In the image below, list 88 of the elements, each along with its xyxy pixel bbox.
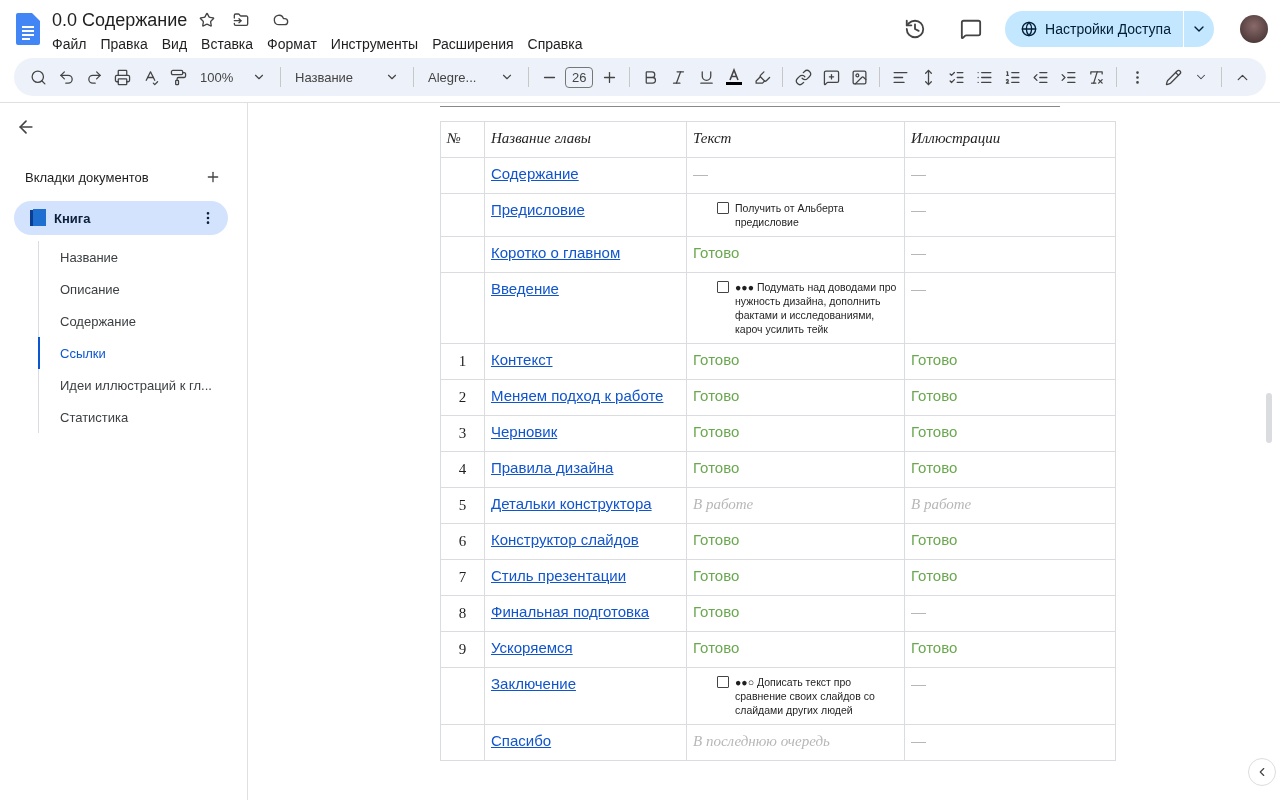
row-number: 1 bbox=[457, 352, 468, 370]
column-header: № bbox=[447, 130, 462, 146]
chapter-link[interactable]: Введение bbox=[491, 280, 559, 297]
outline-item[interactable]: Описание bbox=[38, 273, 247, 305]
outline-item[interactable]: Ссылки bbox=[38, 337, 247, 369]
status-text: Готово bbox=[693, 603, 740, 620]
status-text: Готово bbox=[693, 244, 740, 261]
chapter-link[interactable]: Черновик bbox=[491, 423, 558, 440]
status-text: Готово bbox=[911, 351, 958, 368]
menu-item[interactable]: Формат bbox=[267, 36, 317, 52]
chapter-link[interactable]: Конструктор слайдов bbox=[491, 531, 639, 548]
scrollbar-thumb[interactable] bbox=[1266, 393, 1272, 443]
chapter-link[interactable]: Предисловие bbox=[491, 201, 585, 218]
status-text: Готово bbox=[911, 423, 958, 440]
font-size-field[interactable]: 26 bbox=[565, 66, 594, 88]
sidebar-heading: Вкладки документов bbox=[25, 169, 149, 185]
menu-item[interactable]: Вид bbox=[161, 36, 188, 52]
book-icon bbox=[30, 209, 46, 227]
status-text: Готово bbox=[911, 387, 958, 404]
chapter-link[interactable]: Детальки конструктора bbox=[491, 495, 652, 512]
status-text: Готово bbox=[693, 567, 740, 584]
chapter-link[interactable]: Коротко о главном bbox=[491, 244, 621, 261]
row-number: 4 bbox=[457, 460, 468, 478]
zoom-dropdown[interactable]: 100% bbox=[194, 69, 272, 85]
row-number: 8 bbox=[457, 604, 468, 622]
task-text: ●●○ Дописать текст про сравнение своих слайдов со слайдами других людей bbox=[735, 675, 876, 717]
dash-text: — bbox=[911, 201, 926, 218]
status-text: Готово bbox=[693, 387, 740, 404]
style-dropdown[interactable]: Название bbox=[289, 69, 405, 85]
row-number: 9 bbox=[457, 640, 468, 658]
status-text: Готово bbox=[911, 459, 958, 476]
chapter-link[interactable]: Спасибо bbox=[491, 732, 552, 749]
task-text: ●●● Подумать над доводами про нужность дизайна, дополнить фактами и исследованиями, кароч усилить тейк bbox=[735, 280, 898, 336]
status-text: Готово bbox=[693, 531, 740, 548]
chapter-link[interactable]: Контекст bbox=[491, 351, 553, 368]
status-text: Готово bbox=[911, 567, 958, 584]
chapter-link[interactable]: Заключение bbox=[491, 675, 576, 692]
docs-logo-icon[interactable] bbox=[16, 13, 40, 45]
status-text: В работе bbox=[693, 496, 754, 512]
document-tab[interactable]: Книга bbox=[14, 201, 228, 235]
row-number: 6 bbox=[457, 532, 468, 550]
status-text: Готово bbox=[693, 459, 740, 476]
outline-item[interactable]: Идеи иллюстраций к гл... bbox=[38, 369, 247, 401]
document-title[interactable]: 0.0 Содержание bbox=[52, 9, 188, 31]
dash-text: — bbox=[911, 603, 926, 620]
row-number: 3 bbox=[457, 424, 468, 442]
outline-item[interactable]: Название bbox=[38, 241, 247, 273]
dash-text: — bbox=[911, 165, 926, 182]
font-dropdown[interactable]: Alegre... bbox=[422, 69, 520, 85]
outline-item[interactable]: Содержание bbox=[38, 305, 247, 337]
status-text: Готово bbox=[911, 639, 958, 656]
menu-item[interactable]: Правка bbox=[100, 36, 148, 52]
chapter-link[interactable]: Стиль презентации bbox=[491, 567, 627, 584]
status-text: В работе bbox=[911, 496, 972, 512]
row-number: 5 bbox=[457, 496, 468, 514]
status-text: Готово bbox=[693, 351, 740, 368]
dash-text: — bbox=[911, 675, 926, 692]
dash-text: — bbox=[693, 165, 708, 182]
dash-text: — bbox=[911, 280, 926, 297]
row-number: 7 bbox=[457, 568, 468, 586]
status-text: Готово bbox=[693, 423, 740, 440]
avatar[interactable] bbox=[1240, 15, 1268, 43]
menu-item[interactable]: Справка bbox=[527, 36, 583, 52]
menu-item[interactable]: Файл bbox=[52, 36, 87, 52]
column-header: Название главы bbox=[491, 130, 591, 146]
status-text: В последнюю очередь bbox=[693, 733, 830, 749]
menu-item[interactable]: Инструменты bbox=[330, 36, 419, 52]
status-text: Готово bbox=[911, 531, 958, 548]
dash-text: — bbox=[911, 732, 926, 749]
checkbox[interactable] bbox=[717, 202, 729, 214]
checkbox[interactable] bbox=[717, 281, 729, 293]
task-text: Получить от Альберта предисловие bbox=[735, 201, 845, 229]
status-text: Готово bbox=[693, 639, 740, 656]
chapter-link[interactable]: Содержание bbox=[491, 165, 579, 182]
menu-item[interactable]: Вставка bbox=[201, 36, 254, 52]
column-header: Текст bbox=[693, 130, 732, 146]
chapter-link[interactable]: Меняем подход к работе bbox=[491, 387, 664, 404]
chapter-link[interactable]: Правила дизайна bbox=[491, 459, 614, 476]
dash-text: — bbox=[911, 244, 926, 261]
globe-icon bbox=[1021, 21, 1038, 37]
star-icon[interactable] bbox=[199, 12, 216, 28]
outline-item[interactable]: Статистика bbox=[38, 401, 247, 433]
menu-item[interactable]: Расширения bbox=[432, 36, 514, 52]
chapter-link[interactable]: Финальная подготовка bbox=[491, 603, 650, 620]
row-number: 2 bbox=[457, 388, 468, 406]
chapter-link[interactable]: Ускоряемся bbox=[491, 639, 573, 656]
column-header: Иллюстрации bbox=[911, 130, 1001, 146]
checkbox[interactable] bbox=[717, 676, 729, 688]
